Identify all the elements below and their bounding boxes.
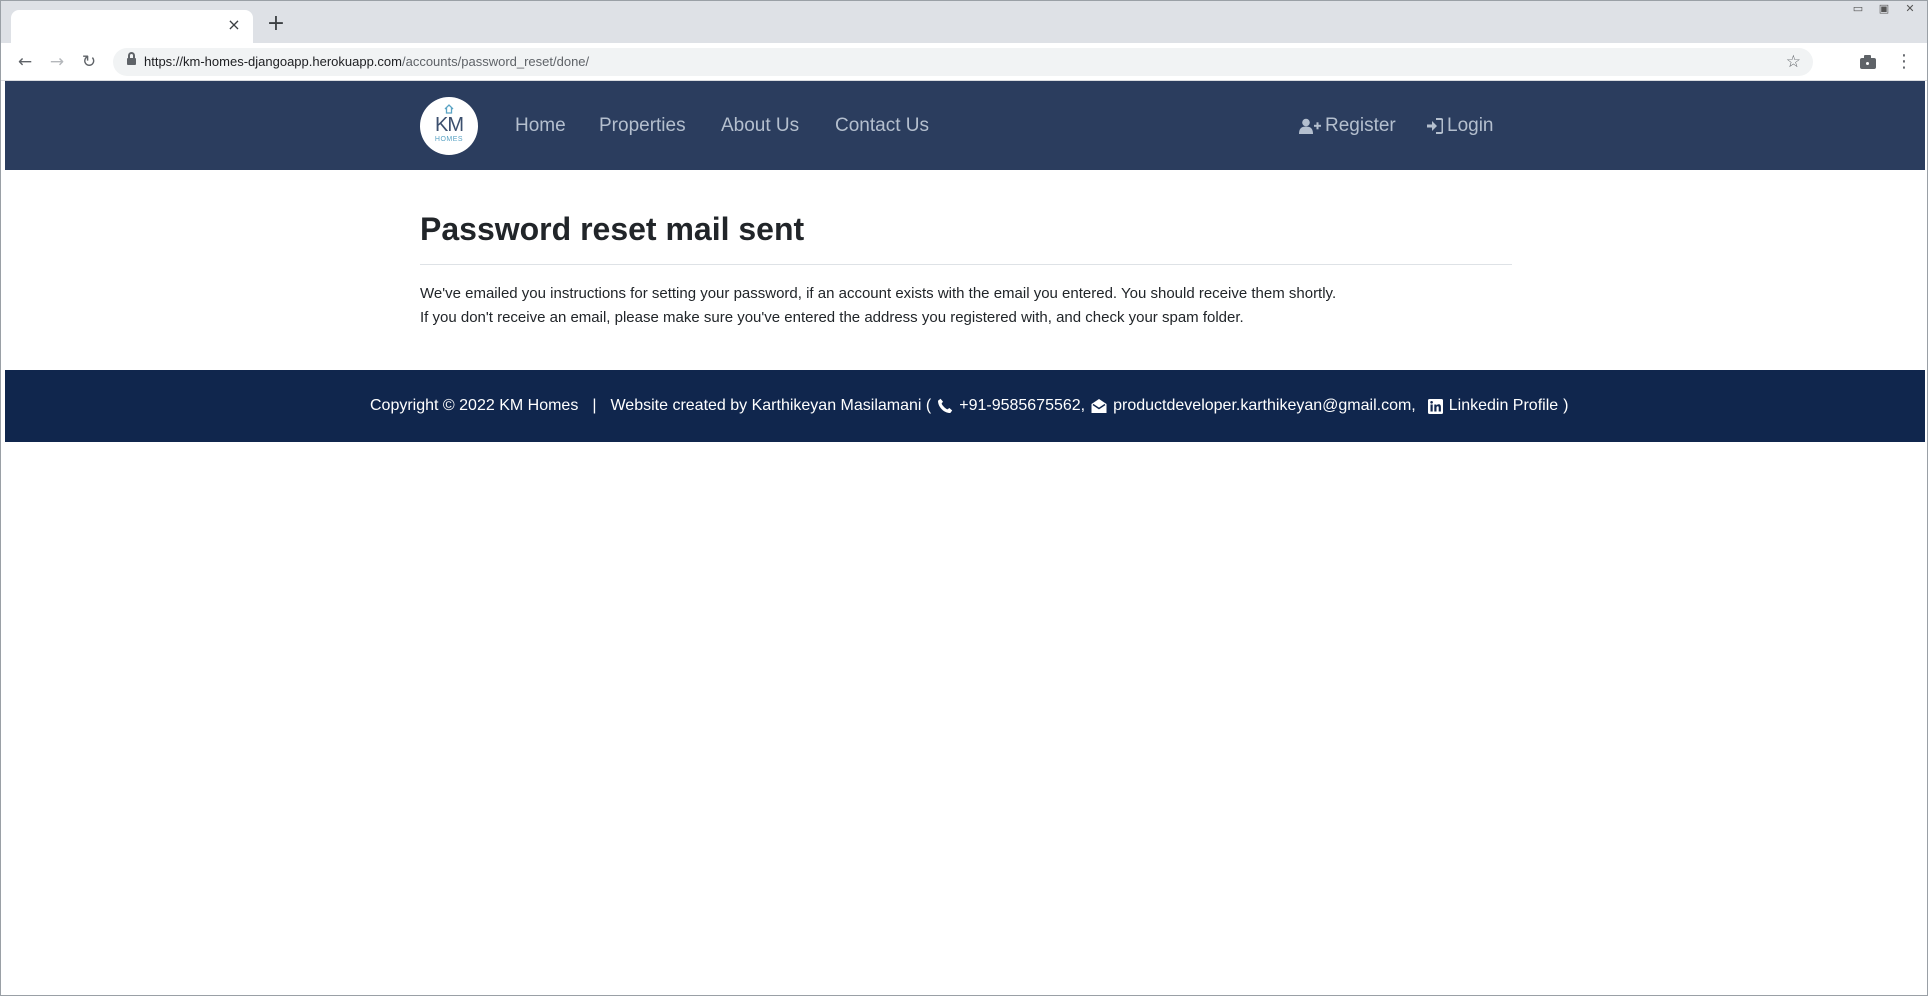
site-footer: Copyright © 2022 KM Homes | Website crea… bbox=[5, 370, 1925, 442]
new-tab-icon[interactable]: + bbox=[265, 13, 287, 35]
browser-window: × + ▭ ▣ ✕ ← → ↻ https://km-homes-djangoa… bbox=[0, 0, 1928, 996]
address-bar[interactable]: https://km-homes-djangoapp.herokuapp.com… bbox=[113, 48, 1813, 76]
email-text[interactable]: productdeveloper.karthikeyan@gmail.com, bbox=[1113, 396, 1416, 416]
copyright-text: Copyright © 2022 KM Homes bbox=[370, 397, 579, 414]
phone-icon bbox=[938, 398, 953, 413]
nav-properties[interactable]: Properties bbox=[599, 115, 686, 137]
register-label: Register bbox=[1325, 115, 1396, 136]
sign-in-icon bbox=[1427, 118, 1443, 134]
footer-text: Copyright © 2022 KM Homes | Website crea… bbox=[370, 396, 1568, 416]
url-host: https://km-homes-djangoapp.herokuapp.com bbox=[144, 54, 402, 69]
house-icon bbox=[444, 104, 454, 114]
minimize-icon[interactable]: ▭ bbox=[1847, 1, 1869, 17]
close-window-icon[interactable]: ✕ bbox=[1899, 1, 1921, 17]
page-title: Password reset mail sent bbox=[420, 211, 805, 247]
camera-icon[interactable] bbox=[1859, 51, 1877, 73]
title-divider bbox=[420, 264, 1512, 265]
forward-icon[interactable]: → bbox=[45, 50, 69, 74]
login-label: Login bbox=[1447, 115, 1494, 136]
window-controls: ▭ ▣ ✕ bbox=[1847, 1, 1921, 19]
logo-text: KM bbox=[435, 114, 464, 136]
created-by-text: Website created by Karthikeyan Masilaman… bbox=[610, 397, 932, 414]
logo-subtext: HOMES bbox=[434, 136, 464, 143]
linkedin-link[interactable]: Linkedin Profile bbox=[1449, 396, 1558, 416]
close-tab-icon[interactable]: × bbox=[225, 16, 243, 34]
close-paren: ) bbox=[1563, 397, 1569, 414]
back-icon[interactable]: ← bbox=[13, 50, 37, 74]
logo[interactable]: KM HOMES bbox=[420, 97, 478, 155]
url-text[interactable]: https://km-homes-djangoapp.herokuapp.com… bbox=[144, 54, 589, 70]
nav-contact-us[interactable]: Contact Us bbox=[835, 115, 929, 137]
spam-notice-paragraph: If you don't receive an email, please ma… bbox=[420, 309, 1244, 326]
browser-menu-icon[interactable]: ⋮ bbox=[1895, 50, 1913, 74]
reload-icon[interactable]: ↻ bbox=[77, 50, 101, 74]
bookmark-star-icon[interactable]: ☆ bbox=[1786, 52, 1801, 72]
envelope-open-icon bbox=[1091, 399, 1107, 413]
instructions-paragraph: We've emailed you instructions for setti… bbox=[420, 285, 1337, 302]
footer-separator: | bbox=[592, 397, 597, 414]
login-link[interactable]: Login bbox=[1426, 115, 1494, 137]
active-tab[interactable]: × bbox=[11, 10, 253, 43]
user-plus-icon bbox=[1299, 118, 1321, 134]
site-navbar: KM HOMES Home Properties About Us Contac… bbox=[5, 81, 1925, 170]
browser-toolbar: ← → ↻ https://km-homes-djangoapp.herokua… bbox=[1, 43, 1927, 81]
nav-about-us[interactable]: About Us bbox=[721, 115, 799, 137]
restore-icon[interactable]: ▣ bbox=[1873, 1, 1895, 17]
nav-home[interactable]: Home bbox=[515, 115, 566, 137]
linkedin-icon bbox=[1427, 398, 1443, 414]
phone-text[interactable]: +91-9585675562, bbox=[959, 396, 1085, 416]
tab-strip: × + ▭ ▣ ✕ bbox=[1, 1, 1927, 43]
url-path: /accounts/password_reset/done/ bbox=[401, 54, 590, 69]
page-viewport: KM HOMES Home Properties About Us Contac… bbox=[5, 81, 1925, 995]
register-link[interactable]: Register bbox=[1299, 115, 1396, 137]
lock-icon[interactable] bbox=[127, 52, 136, 67]
camera-icon-lens bbox=[1864, 60, 1871, 67]
